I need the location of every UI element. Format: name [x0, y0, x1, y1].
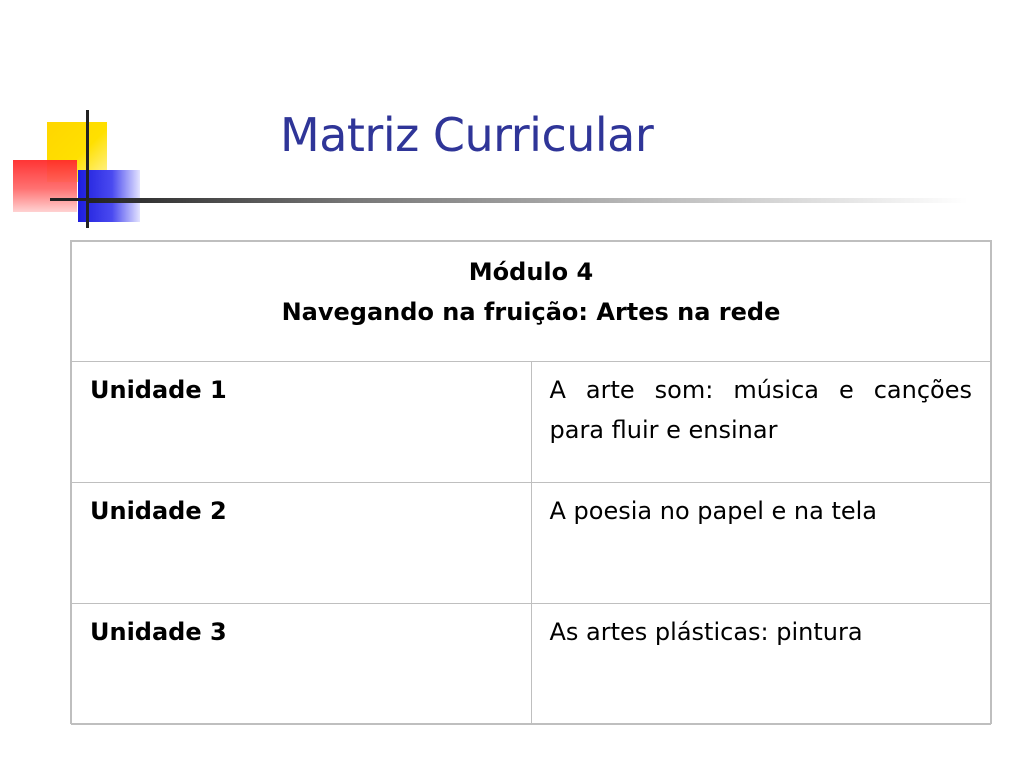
- red-square-decoration: [13, 160, 77, 212]
- module-number: Módulo 4: [468, 258, 594, 286]
- unit-description: A arte som: música e canções para fluir …: [530, 361, 991, 483]
- unit-description: As artes plásticas: pintura: [530, 603, 991, 725]
- unit-label: Unidade 1: [71, 361, 532, 483]
- module-header-cell: Módulo 4 Navegando na fruição: Artes na …: [71, 241, 991, 362]
- unit-label: Unidade 3: [71, 603, 532, 725]
- decorative-logo: [0, 0, 150, 230]
- table-row: Unidade 3 As artes plásticas: pintura: [71, 603, 991, 725]
- table-row: Unidade 1 A arte som: música e canções p…: [71, 361, 991, 483]
- module-name: Navegando na fruição: Artes na rede: [281, 298, 781, 326]
- table-row: Unidade 2 A poesia no papel e na tela: [71, 482, 991, 604]
- curriculum-table: Módulo 4 Navegando na fruição: Artes na …: [70, 240, 992, 725]
- table-header-row: Módulo 4 Navegando na fruição: Artes na …: [71, 241, 991, 362]
- title-divider: [88, 198, 968, 203]
- slide: Matriz Curricular Módulo 4 Navegando na …: [0, 0, 1024, 768]
- slide-title: Matriz Curricular: [280, 108, 654, 162]
- unit-description: A poesia no papel e na tela: [530, 482, 991, 604]
- vertical-line-decoration: [86, 110, 89, 228]
- unit-label: Unidade 2: [71, 482, 532, 604]
